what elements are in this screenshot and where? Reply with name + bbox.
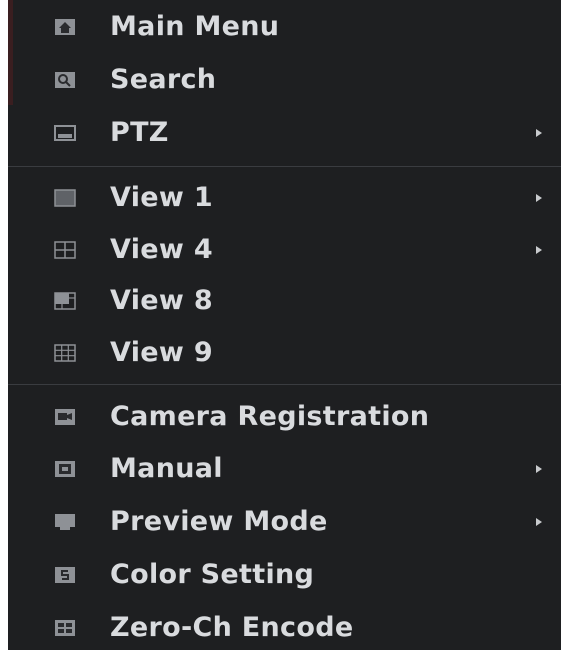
submenu-arrow-icon xyxy=(536,194,542,202)
menu-item-label: View 8 xyxy=(110,284,213,316)
menu-item-label: Camera Registration xyxy=(110,400,430,432)
color-setting-icon xyxy=(55,567,75,583)
menu-item-label: Search xyxy=(110,63,217,95)
menu-item-label: Color Setting xyxy=(110,558,315,590)
context-menu: Main Menu Search PTZ View 1 View 4 View … xyxy=(8,0,561,650)
menu-divider xyxy=(8,166,561,167)
nine-view-icon xyxy=(54,344,76,362)
menu-item-zero-ch-encode[interactable]: Zero-Ch Encode xyxy=(8,603,561,653)
menu-item-color-setting[interactable]: Color Setting xyxy=(8,550,561,600)
menu-item-label: View 9 xyxy=(110,336,213,368)
menu-item-label: Zero-Ch Encode xyxy=(110,611,354,643)
menu-item-preview-mode[interactable]: Preview Mode xyxy=(8,497,561,547)
camera-registration-icon xyxy=(55,409,75,425)
home-icon xyxy=(55,19,75,35)
submenu-arrow-icon xyxy=(536,465,542,473)
preview-mode-icon xyxy=(55,514,75,530)
menu-item-main-menu[interactable]: Main Menu xyxy=(8,2,561,52)
manual-icon xyxy=(55,461,75,477)
menu-item-view-1[interactable]: View 1 xyxy=(8,173,561,223)
menu-item-view-8[interactable]: View 8 xyxy=(8,276,561,326)
eight-view-icon xyxy=(54,292,76,310)
menu-item-label: View 4 xyxy=(110,233,213,265)
search-icon xyxy=(55,72,75,88)
menu-item-label: View 1 xyxy=(110,181,213,213)
zero-channel-encode-icon xyxy=(55,620,75,636)
menu-item-search[interactable]: Search xyxy=(8,55,561,105)
ptz-camera-icon xyxy=(54,125,76,141)
menu-item-label: PTZ xyxy=(110,116,169,148)
submenu-arrow-icon xyxy=(536,246,542,254)
menu-item-manual[interactable]: Manual xyxy=(8,444,561,494)
menu-item-label: Manual xyxy=(110,452,223,484)
quad-view-icon xyxy=(54,241,76,259)
menu-item-camera-registration[interactable]: Camera Registration xyxy=(8,392,561,442)
menu-item-ptz[interactable]: PTZ xyxy=(8,108,561,158)
submenu-arrow-icon xyxy=(536,129,542,137)
menu-item-label: Main Menu xyxy=(110,10,280,42)
menu-divider xyxy=(8,384,561,385)
menu-item-view-9[interactable]: View 9 xyxy=(8,328,561,378)
menu-item-view-4[interactable]: View 4 xyxy=(8,225,561,275)
menu-item-label: Preview Mode xyxy=(110,505,328,537)
single-view-icon xyxy=(54,189,76,207)
submenu-arrow-icon xyxy=(536,518,542,526)
